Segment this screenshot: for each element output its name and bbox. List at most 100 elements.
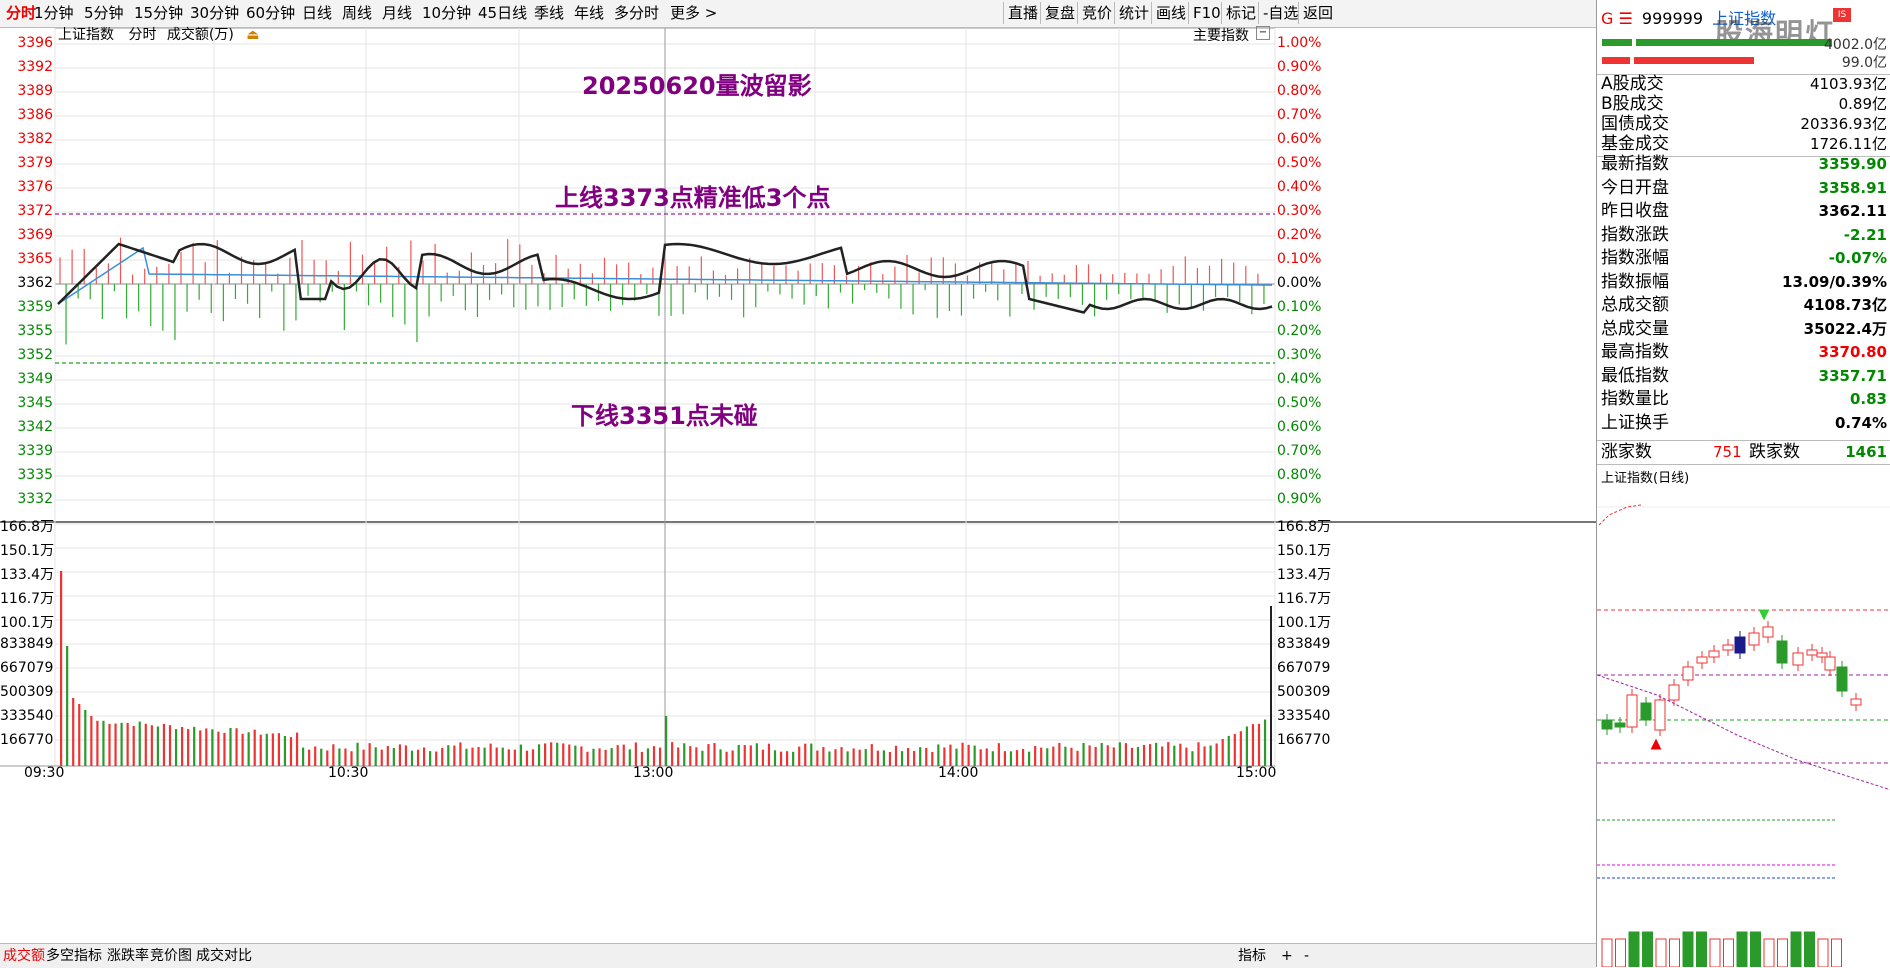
annotation-title: 20250620量波留影 — [582, 72, 812, 100]
percent-tick: 0.10% — [1277, 251, 1322, 267]
main-indicator-label[interactable]: 主要指数 — [1193, 25, 1249, 45]
volume-tick: 166770 — [0, 732, 54, 748]
percent-tick: 0.90% — [1277, 59, 1322, 75]
quote-row: 最高指数 3370.80 — [1601, 342, 1887, 362]
volume-tick-right: 333540 — [1277, 708, 1331, 724]
header-period: 分时 — [128, 27, 157, 43]
volume-tick: 833849 — [0, 636, 54, 652]
quote-row: 今日开盘 3358.91 — [1601, 177, 1887, 198]
annotation-lower: 下线3351点未碰 — [571, 402, 758, 430]
quote-row: 总成交量 35022.4万 — [1601, 318, 1887, 339]
percent-tick: 0.30% — [1277, 347, 1322, 363]
volume-tick-right: 116.7万 — [1277, 591, 1332, 607]
chart-header: 上证指数 分时 成交额(万) ⏏ — [58, 24, 260, 44]
up-count: 751 — [1713, 443, 1742, 461]
price-tick: 3386 — [17, 107, 53, 123]
price-tick: 3355 — [17, 323, 53, 339]
period-tab-10[interactable]: 45日线 — [478, 2, 527, 24]
volume-tick-right: 833849 — [1277, 636, 1331, 652]
price-tick: 3342 — [17, 419, 53, 435]
percent-tick: 0.90% — [1277, 491, 1322, 507]
volume-tick: 500309 — [0, 684, 54, 700]
bottom-control-0[interactable]: 指标 — [1238, 946, 1266, 966]
down-count: 1461 — [1845, 443, 1887, 461]
period-tab-5[interactable]: 60分钟 — [246, 2, 295, 24]
time-tick: 10:30 — [328, 765, 369, 781]
action-button-0[interactable]: 直播 — [1008, 2, 1038, 24]
price-tick: 3372 — [17, 203, 53, 219]
bar-green-2 — [1636, 39, 1832, 46]
volume-tick-right: 100.1万 — [1277, 615, 1332, 631]
percent-tick: 0.60% — [1277, 419, 1322, 435]
quote-row: 指数振幅 13.09/0.39% — [1601, 271, 1887, 292]
code-prefix[interactable]: G ☰ — [1601, 9, 1633, 28]
period-tab-1[interactable]: 1分钟 — [34, 2, 74, 24]
triangle-icon[interactable]: ⏏ — [246, 27, 259, 43]
period-tab-11[interactable]: 季线 — [534, 2, 564, 24]
price-tick: 3352 — [17, 347, 53, 363]
percent-tick: 0.70% — [1277, 443, 1322, 459]
bar-green-1 — [1602, 39, 1632, 46]
quote-row: 指数量比 0.83 — [1601, 389, 1887, 409]
turnover-row: 基金成交 1726.11亿 — [1601, 134, 1887, 154]
period-tab-9[interactable]: 10分钟 — [422, 2, 471, 24]
bottom-control-2[interactable]: - — [1304, 946, 1309, 966]
action-button-2[interactable]: 竞价 — [1082, 2, 1112, 24]
period-tab-14[interactable]: 更多 > — [670, 2, 717, 24]
action-button-4[interactable]: 画线 — [1156, 2, 1186, 24]
stock-code: 999999 — [1641, 9, 1703, 28]
period-tab-12[interactable]: 年线 — [574, 2, 604, 24]
volume-tick-right: 667079 — [1277, 660, 1331, 676]
percent-tick: 0.80% — [1277, 467, 1322, 483]
bar-value-2: 99.0亿 — [1841, 55, 1887, 71]
indicator-tab-0[interactable]: 成交额 — [3, 946, 45, 966]
price-tick: 3345 — [17, 395, 53, 411]
quote-row: 昨日收盘 3362.11 — [1601, 201, 1887, 221]
price-tick: 3359 — [17, 299, 53, 315]
volume-tick: 667079 — [0, 660, 54, 676]
period-tab-7[interactable]: 周线 — [342, 2, 372, 24]
price-tick: 3339 — [17, 443, 53, 459]
daily-kline-chart[interactable] — [1597, 485, 1890, 967]
action-button-7[interactable]: -自选 — [1263, 2, 1298, 24]
kline-title: 上证指数(日线) — [1601, 471, 1690, 486]
period-tab-6[interactable]: 日线 — [302, 2, 332, 24]
period-tab-3[interactable]: 15分钟 — [134, 2, 183, 24]
action-button-6[interactable]: 标记 — [1226, 2, 1256, 24]
period-tab-0[interactable]: 分时 — [6, 2, 36, 24]
price-tick: 3392 — [17, 59, 53, 75]
quote-row: 最低指数 3357.71 — [1601, 365, 1887, 386]
indicator-tab-3[interactable]: 竞价图 — [150, 946, 192, 966]
bottom-control-1[interactable]: + — [1281, 946, 1293, 966]
percent-tick: 0.10% — [1277, 299, 1322, 315]
period-tab-4[interactable]: 30分钟 — [190, 2, 239, 24]
header-metric: 成交额(万) — [166, 27, 234, 43]
action-button-1[interactable]: 复盘 — [1045, 2, 1075, 24]
watermark-logo: 股海明灯 — [1715, 17, 1836, 50]
price-tick: 3332 — [17, 491, 53, 507]
header-index-name: 上证指数 — [58, 27, 114, 43]
bar-value-1: 4002.0亿 — [1824, 37, 1887, 53]
indicator-tab-4[interactable]: 成交对比 — [196, 946, 252, 966]
percent-tick: 0.50% — [1277, 395, 1322, 411]
quote-row: 上证换手 0.74% — [1601, 412, 1887, 433]
price-tick: 3376 — [17, 179, 53, 195]
period-tab-13[interactable]: 多分时 — [614, 2, 659, 24]
flag-icon[interactable]: IS — [1833, 8, 1851, 22]
quote-row: 指数涨跌 -2.21 — [1601, 224, 1887, 245]
intraday-chart[interactable] — [0, 28, 1596, 943]
action-button-5[interactable]: F10 — [1193, 2, 1221, 24]
price-tick: 3389 — [17, 83, 53, 99]
time-tick: 13:00 — [633, 765, 674, 781]
volume-tick-right: 133.4万 — [1277, 567, 1332, 583]
quote-row: 指数涨幅 -0.07% — [1601, 248, 1887, 268]
period-tab-2[interactable]: 5分钟 — [84, 2, 124, 24]
action-button-3[interactable]: 统计 — [1119, 2, 1149, 24]
minimize-icon[interactable]: − — [1256, 26, 1270, 40]
period-tab-8[interactable]: 月线 — [382, 2, 412, 24]
indicator-tab-2[interactable]: 涨跌率 — [107, 946, 149, 966]
indicator-tab-1[interactable]: 多空指标 — [46, 946, 102, 966]
percent-tick: 0.40% — [1277, 179, 1322, 195]
price-tick: 3335 — [17, 467, 53, 483]
action-button-8[interactable]: 返回 — [1303, 2, 1333, 24]
